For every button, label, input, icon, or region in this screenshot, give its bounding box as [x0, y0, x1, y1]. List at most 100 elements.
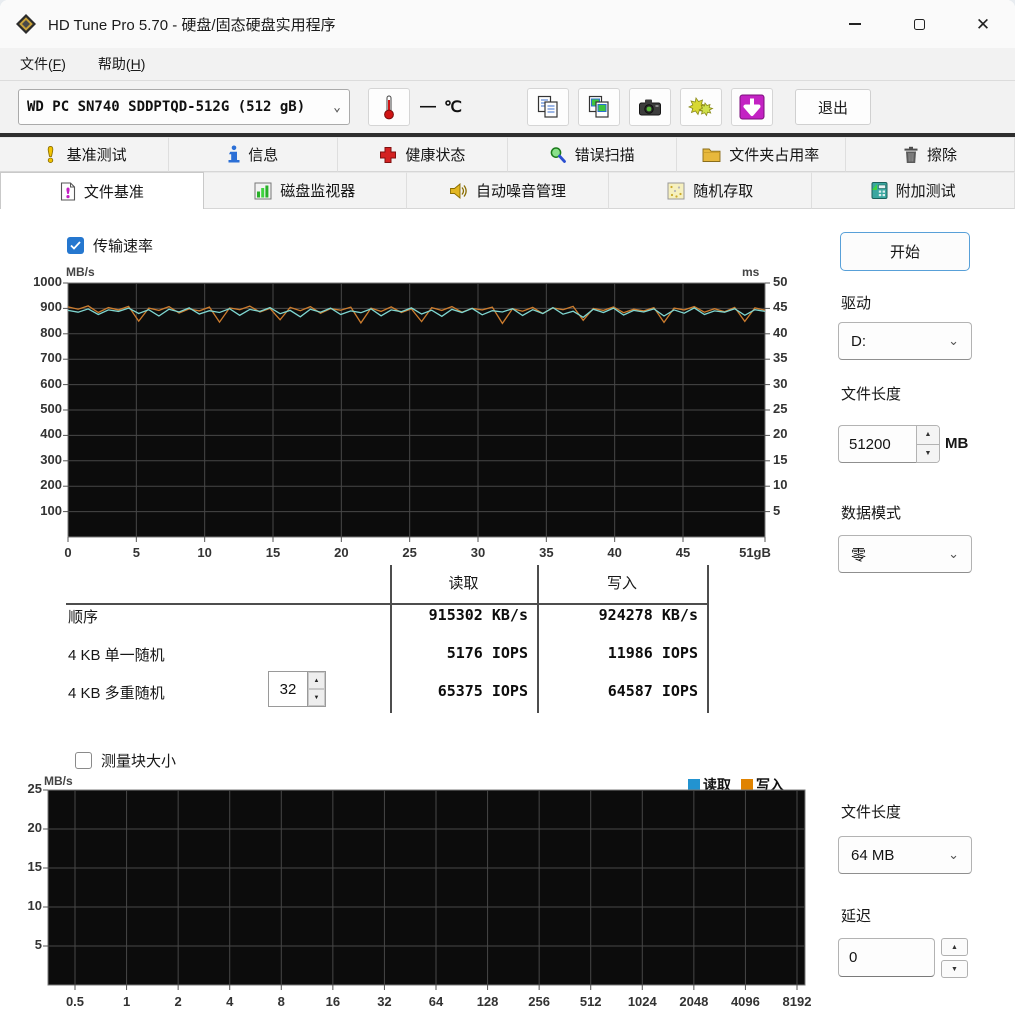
axis-tick: 40: [585, 545, 645, 560]
axis-tick: 45: [773, 299, 803, 314]
read-column-header: 读取: [390, 572, 537, 593]
window-title: HD Tune Pro 5.70 - 硬盘/固态硬盘实用程序: [48, 14, 336, 35]
tab-磁盘监视器[interactable]: 磁盘监视器: [204, 172, 407, 209]
block-size-label: 测量块大小: [101, 750, 176, 771]
title-bar: HD Tune Pro 5.70 - 硬盘/固态硬盘实用程序 ✕: [0, 0, 1015, 48]
axis-tick: 10: [175, 545, 235, 560]
transfer-rate-label: 传输速率: [93, 235, 153, 256]
copy-image-button[interactable]: [578, 88, 620, 126]
file-length-label: 文件长度: [841, 383, 901, 404]
tab-错误扫描[interactable]: 错误扫描: [508, 137, 677, 172]
delay-label: 延迟: [841, 905, 871, 926]
tab-自动噪音管理[interactable]: 自动噪音管理: [407, 172, 610, 209]
block-size-chart: [48, 790, 805, 985]
axis-tick: 25: [2, 781, 42, 796]
axis-tick: 25: [380, 545, 440, 560]
menu-item-file[interactable]: 文件(F): [20, 54, 66, 74]
axis-tick: 35: [773, 350, 803, 365]
copy-text-button[interactable]: [527, 88, 569, 126]
tab-随机存取[interactable]: 随机存取: [609, 172, 812, 209]
tab-基准测试[interactable]: 基准测试: [0, 137, 169, 172]
axis-tick: 1000: [12, 274, 62, 289]
tab-文件夹占用率[interactable]: 文件夹占用率: [677, 137, 846, 172]
drive-label: 驱动: [841, 292, 871, 313]
axis-tick: 35: [516, 545, 576, 560]
temperature-unit: ℃: [444, 97, 462, 117]
drive-dropdown[interactable]: D:⌄: [838, 322, 972, 360]
menu-item-help[interactable]: 帮助(H): [98, 54, 145, 74]
file-length-value-2: 64 MB: [851, 847, 894, 864]
tab-文件基准[interactable]: 文件基准: [0, 172, 204, 209]
axis-tick: 30: [448, 545, 508, 560]
axis-tick: 15: [243, 545, 303, 560]
row-label: 4 KB 多重随机: [68, 682, 165, 703]
menu-bar: 文件(F) 帮助(H): [0, 48, 1015, 81]
delay-down-button[interactable]: ▼: [941, 960, 968, 978]
axis-tick: 15: [773, 452, 803, 467]
start-button[interactable]: 开始: [840, 232, 970, 271]
table-header-rule: [66, 603, 707, 605]
spin-up-icon[interactable]: ▲: [917, 426, 939, 445]
file-length-dropdown-2[interactable]: 64 MB⌄: [838, 836, 972, 874]
thermometer-icon: [382, 94, 396, 120]
axis-tick: 10: [773, 477, 803, 492]
axis-tick: 900: [12, 299, 62, 314]
tab-label: 自动噪音管理: [476, 180, 566, 201]
spin-up-icon[interactable]: ▲: [308, 672, 325, 689]
close-icon: ✕: [976, 16, 990, 33]
queue-depth-spinner[interactable]: 32▲▼: [268, 671, 326, 707]
file-length-input[interactable]: [838, 425, 916, 463]
delay-up-button[interactable]: ▲: [941, 938, 968, 956]
axis-tick: 0: [38, 545, 98, 560]
magnifier-icon: [549, 146, 567, 164]
axis-tick: 25: [773, 401, 803, 416]
exclamation-icon: [42, 145, 59, 164]
save-results-icon: [688, 96, 714, 118]
exit-button[interactable]: 退出: [795, 89, 871, 125]
axis-tick: 51gB: [725, 545, 785, 560]
update-download-button[interactable]: [731, 88, 773, 126]
camera-button[interactable]: [629, 88, 671, 126]
transfer-rate-checkbox[interactable]: [67, 237, 84, 254]
extra-tests-icon: [871, 181, 888, 200]
spin-down-icon[interactable]: ▼: [308, 689, 325, 706]
tab-label: 磁盘监视器: [280, 180, 355, 201]
tab-擦除[interactable]: 擦除: [846, 137, 1015, 172]
tab-附加测试[interactable]: 附加测试: [812, 172, 1015, 209]
minimize-button[interactable]: [823, 0, 887, 48]
chevron-down-icon: ⌄: [948, 546, 959, 562]
axis-tick: 20: [2, 820, 42, 835]
data-mode-dropdown[interactable]: 零⌄: [838, 535, 972, 573]
close-button[interactable]: ✕: [951, 0, 1015, 48]
camera-icon: [638, 97, 662, 117]
chevron-down-icon: ⌄: [948, 333, 959, 349]
read-value: 65375 IOPS: [400, 682, 528, 700]
spinner-arrows[interactable]: ▲▼: [307, 672, 325, 706]
tab-label: 文件基准: [84, 181, 144, 202]
file-length-unit: MB: [945, 435, 968, 452]
save-results-button[interactable]: [680, 88, 722, 126]
tab-label: 基准测试: [67, 144, 127, 165]
maximize-button[interactable]: [887, 0, 951, 48]
disk-monitor-icon: [254, 182, 272, 200]
app-window: HD Tune Pro 5.70 - 硬盘/固态硬盘实用程序 ✕ 文件(F) 帮助…: [0, 0, 1015, 1035]
file-length-spinner[interactable]: ▲▼: [916, 425, 940, 463]
minimize-icon: [849, 23, 861, 24]
block-size-checkbox[interactable]: [75, 752, 92, 769]
copy-text-icon: [537, 95, 559, 119]
axis-tick: 10: [2, 898, 42, 913]
tab-健康状态[interactable]: 健康状态: [338, 137, 507, 172]
axis-tick: 600: [12, 376, 62, 391]
file-benchmark-icon: [60, 182, 76, 201]
transfer-rate-chart: [68, 283, 765, 537]
axis-tick: 50: [773, 274, 803, 289]
tab-信息[interactable]: 信息: [169, 137, 338, 172]
tab-label: 信息: [248, 144, 278, 165]
spin-down-icon[interactable]: ▼: [917, 445, 939, 463]
tab-label: 错误扫描: [575, 144, 635, 165]
delay-input[interactable]: [838, 938, 935, 977]
axis-tick: 20: [311, 545, 371, 560]
axis-tick: 500: [12, 401, 62, 416]
drive-select[interactable]: WD PC SN740 SDDPTQD-512G (512 gB) ⌄: [18, 89, 350, 125]
temperature-button[interactable]: [368, 88, 410, 126]
